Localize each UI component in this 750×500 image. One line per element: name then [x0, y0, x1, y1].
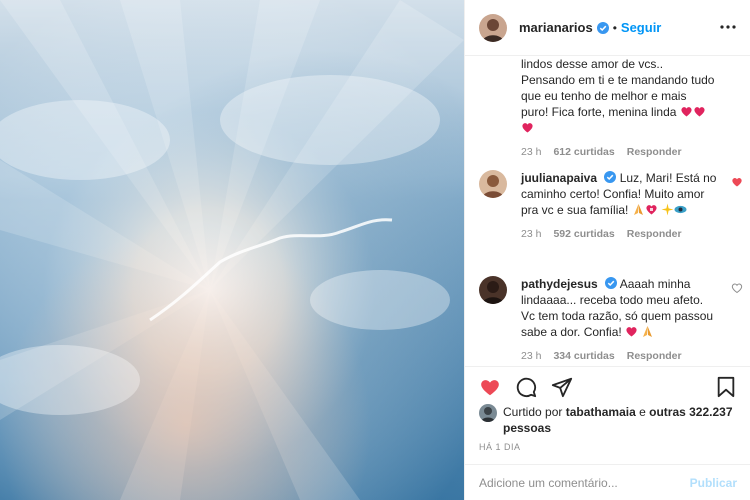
post-image[interactable]	[0, 0, 464, 500]
verified-badge-icon	[596, 21, 609, 34]
header-separator: •	[612, 20, 617, 35]
commenter-avatar[interactable]	[479, 170, 507, 198]
post-timestamp[interactable]: HÁ 1 DIA	[479, 442, 521, 452]
praying-hands-emoji	[632, 203, 645, 216]
liked-by: Curtido por tabathamaia e outras 322.237…	[479, 404, 739, 436]
comment-text: lindos desse amor de vcs.. Pensando em t…	[521, 56, 717, 136]
share-icon[interactable]	[551, 376, 573, 398]
comment-likes[interactable]: 592 curtidas	[553, 228, 614, 240]
reply-button[interactable]: Responder	[627, 146, 682, 158]
add-comment-bar: Publicar	[465, 464, 750, 500]
more-options-icon[interactable]	[719, 18, 737, 36]
verified-badge-icon	[604, 171, 617, 183]
comment-meta: 23 h 334 curtidas Responder	[521, 350, 737, 362]
comment-like-heart-icon[interactable]	[731, 282, 743, 294]
mending-heart-emoji	[645, 203, 658, 216]
comment-icon[interactable]	[515, 376, 537, 398]
liked-by-text: Curtido por tabathamaia e outras 322.237…	[503, 404, 739, 436]
bookmark-icon[interactable]	[715, 376, 737, 398]
red-heart-emoji	[680, 105, 693, 118]
comment-like-heart-icon[interactable]	[731, 176, 743, 188]
liked-by-user[interactable]: tabathamaia	[566, 405, 636, 419]
post-side-panel: marianarios • Seguir lindos desse amor d…	[464, 0, 750, 500]
sky-clouds-image	[0, 0, 464, 500]
red-heart-emoji	[625, 325, 638, 338]
liked-by-connector: e	[639, 405, 646, 419]
comment-item: juulianapaiva Luz, Mari! Está no caminho…	[479, 170, 742, 240]
comment-item: pathydejesus Aaaah minha lindaaaa... rec…	[479, 276, 743, 362]
comment-text: pathydejesus Aaaah minha lindaaaa... rec…	[521, 276, 717, 340]
comment-time[interactable]: 23 h	[521, 228, 541, 240]
comment-likes[interactable]: 334 curtidas	[553, 350, 614, 362]
commenter-username[interactable]: juulianapaiva	[521, 171, 597, 185]
comment-input[interactable]	[479, 475, 690, 490]
comment-text: juulianapaiva Luz, Mari! Está no caminho…	[521, 170, 717, 218]
comment-meta: 23 h 592 curtidas Responder	[521, 228, 737, 240]
post-actions-bar	[465, 366, 750, 406]
praying-hands-emoji	[641, 325, 654, 338]
red-heart-emoji	[521, 121, 534, 134]
post-header: marianarios • Seguir	[465, 0, 750, 56]
commenter-username[interactable]: pathydejesus	[521, 277, 598, 291]
comment-time[interactable]: 23 h	[521, 146, 541, 158]
instagram-post: marianarios • Seguir lindos desse amor d…	[0, 0, 750, 500]
author-avatar[interactable]	[479, 13, 507, 42]
publish-button[interactable]: Publicar	[690, 476, 737, 490]
liked-by-prefix: Curtido por	[503, 405, 563, 419]
comment-time[interactable]: 23 h	[521, 350, 541, 362]
comment-item: lindos desse amor de vcs.. Pensando em t…	[479, 56, 737, 158]
heart-filled-icon[interactable]	[479, 376, 501, 398]
verified-badge-icon	[605, 277, 618, 289]
comment-meta: 23 h 612 curtidas Responder	[521, 146, 737, 158]
red-heart-emoji	[693, 105, 706, 118]
eyes-emoji	[674, 203, 687, 216]
commenter-avatar[interactable]	[479, 276, 507, 304]
reply-button[interactable]: Responder	[627, 350, 682, 362]
comment-likes[interactable]: 612 curtidas	[553, 146, 614, 158]
follow-button[interactable]: Seguir	[621, 20, 661, 35]
liked-by-avatar[interactable]	[479, 404, 497, 422]
author-username[interactable]: marianarios	[519, 20, 593, 35]
comments-list[interactable]: lindos desse amor de vcs.. Pensando em t…	[465, 56, 750, 366]
reply-button[interactable]: Responder	[627, 228, 682, 240]
sparkle-emoji	[661, 203, 674, 216]
